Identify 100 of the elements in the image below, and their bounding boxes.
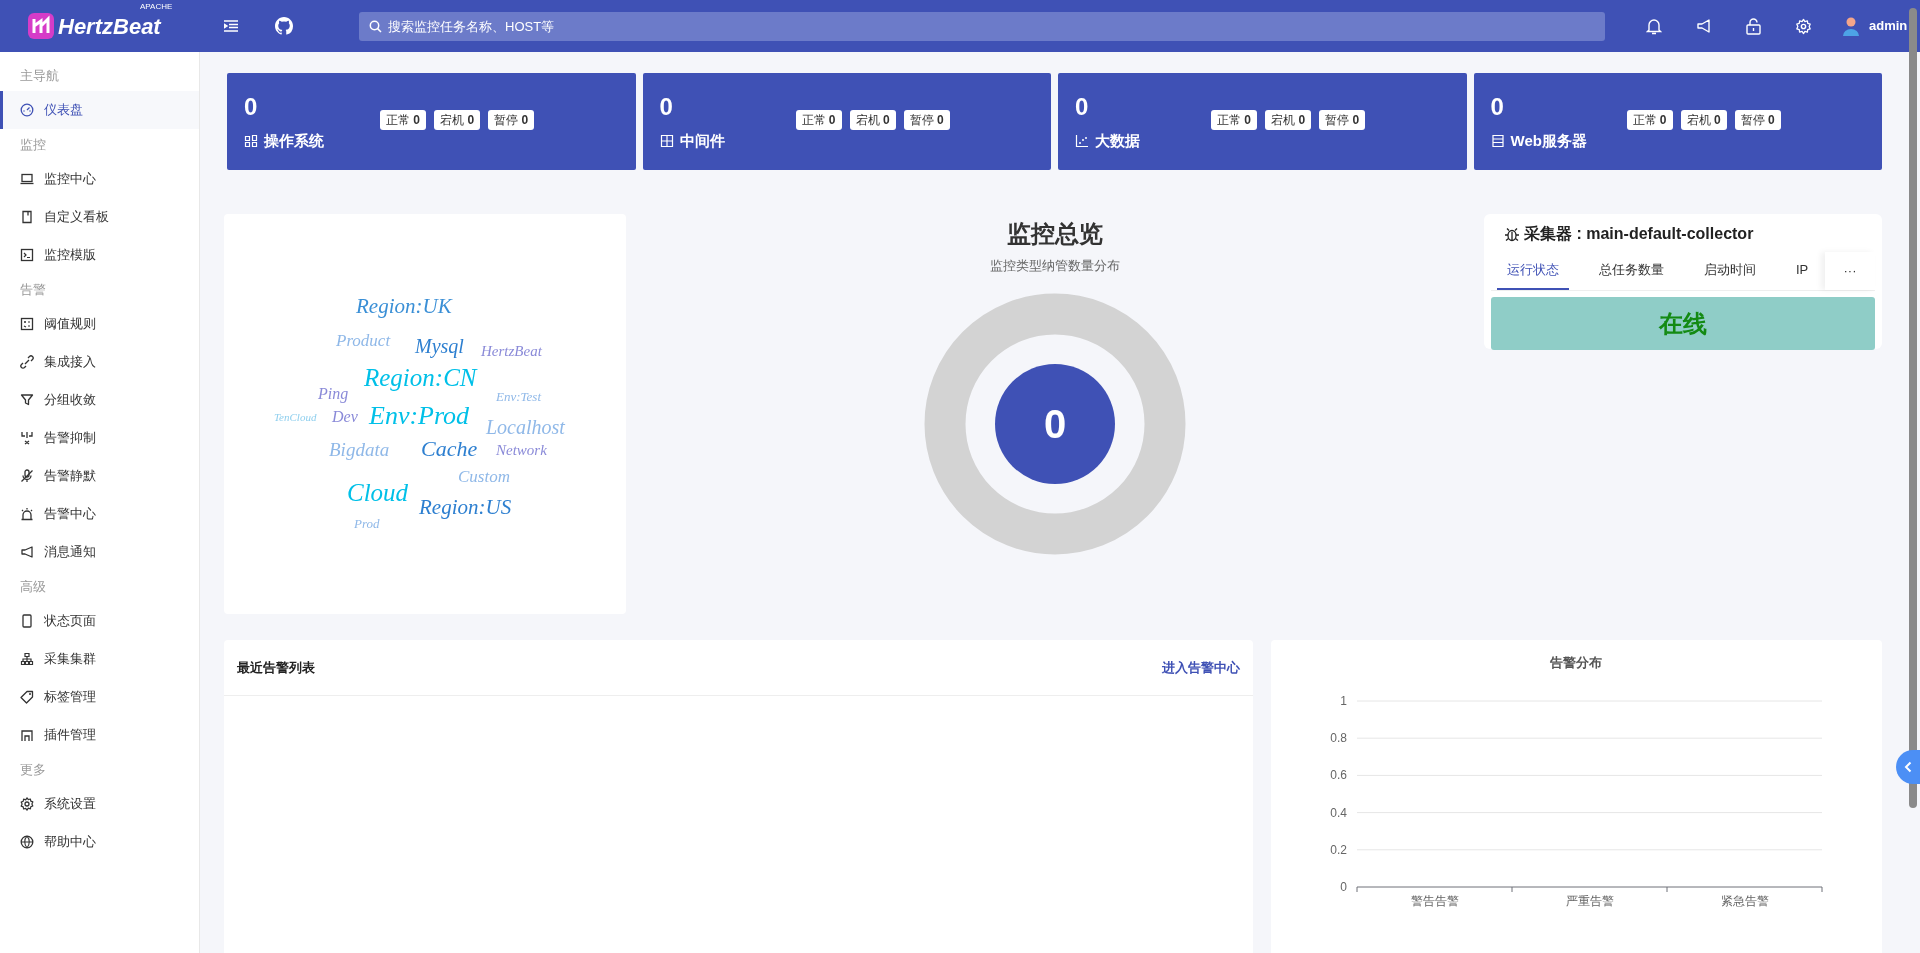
sidebar-item[interactable]: 帮助中心 (0, 823, 199, 861)
search-icon (369, 19, 382, 33)
sidebar-item[interactable]: 自定义看板 (0, 198, 199, 236)
sidebar-item[interactable]: 插件管理 (0, 716, 199, 754)
bug-icon (1504, 226, 1520, 242)
laptop-icon (20, 172, 34, 186)
scatter-chart-icon (1075, 134, 1089, 149)
github-icon[interactable] (275, 17, 293, 35)
sidebar-item[interactable]: 集成接入 (0, 343, 199, 381)
sidebar-item[interactable]: 状态页面 (0, 602, 199, 640)
menu-icon[interactable] (224, 20, 238, 32)
logo-subtitle: APACHE (140, 2, 173, 11)
stat-label: 大数据 (1095, 131, 1140, 151)
cluster-icon (20, 652, 34, 666)
lock-icon[interactable] (1746, 17, 1761, 35)
stat-card[interactable]: 0 中间件 正常 0 宕机 0 暂停 0 (642, 73, 1051, 170)
link-icon (20, 355, 34, 369)
settings-icon[interactable] (1795, 17, 1812, 35)
y-tick-label: 0.2 (1330, 842, 1347, 857)
status-badge: 暂停 0 (903, 110, 950, 130)
notification-bell-icon[interactable] (1646, 17, 1662, 35)
section-title: 主导航 (19, 66, 60, 85)
alert-center-link[interactable]: 进入告警中心 (1162, 657, 1240, 678)
frame-icon (659, 134, 674, 149)
stat-label: 操作系统 (264, 131, 324, 151)
overview-subtitle: 监控类型纳管数量分布 (990, 257, 1120, 275)
status-badge: 暂停 0 (1319, 110, 1366, 130)
stat-count: 0 (1490, 93, 1504, 121)
collector-tab[interactable]: 总任务数量 (1589, 252, 1674, 290)
y-tick-label: 0.8 (1330, 731, 1347, 746)
tag-word[interactable]: Cache (421, 438, 478, 460)
collector-tab[interactable]: 运行状态 (1497, 252, 1569, 290)
x-tick-label: 警告告警 (1410, 894, 1459, 908)
sidebar-item[interactable]: 标签管理 (0, 678, 199, 716)
sidebar-item[interactable]: 阈值规则 (0, 305, 199, 343)
status-badge: 正常 0 (1211, 110, 1258, 130)
status-badge: 宕机 0 (1265, 110, 1312, 130)
card-title: 最近告警列表 (237, 658, 315, 677)
section-title: 高级 (19, 577, 47, 596)
stat-card[interactable]: 0 操作系统 正常 0 宕机 0 暂停 0 (227, 73, 636, 170)
dashboard-icon (20, 103, 34, 117)
search-field[interactable]: 搜索监控任务名称、HOST等 (359, 11, 1605, 41)
sidebar-item[interactable]: 监控模版 (0, 236, 199, 274)
stat-count: 0 (244, 93, 258, 121)
sidebar-item[interactable]: 监控中心 (0, 160, 199, 198)
y-tick-label: 0 (1340, 880, 1347, 894)
alarm-light-icon (20, 507, 34, 521)
server-icon (1490, 134, 1505, 149)
collector-title: 采集器 : main-default-collector (1524, 224, 1754, 244)
status-badge: 暂停 0 (488, 110, 535, 130)
terminal-icon (20, 248, 34, 262)
tag-word[interactable]: Region:US (419, 497, 512, 518)
sidebar-item[interactable]: 告警中心 (0, 495, 199, 533)
status-badge: 暂停 0 (1734, 110, 1781, 130)
status-badge: 正常 0 (1626, 110, 1673, 130)
calculator-icon (20, 317, 34, 331)
section-title: 更多 (19, 760, 47, 779)
collector-tab[interactable]: 启动时间 (1694, 252, 1766, 290)
globe-icon (20, 835, 34, 849)
status-badge: 宕机 0 (434, 110, 481, 130)
logo-icon (28, 13, 54, 39)
collector-status: 在线 (1491, 297, 1875, 350)
tag-icon (20, 690, 34, 704)
section-title: 告警 (19, 280, 47, 299)
status-badge: 正常 0 (380, 110, 427, 130)
phone-icon (20, 614, 34, 628)
more-tabs-button[interactable]: ··· (1825, 252, 1875, 290)
y-tick-label: 1 (1340, 694, 1347, 708)
book-icon (20, 210, 34, 224)
y-tick-label: 0.4 (1330, 805, 1347, 820)
chart-title: 告警分布 (1549, 655, 1602, 670)
x-tick-label: 紧急告警 (1720, 894, 1769, 908)
sidebar-item[interactable]: 仪表盘 (0, 91, 199, 129)
sidebar-item[interactable]: 告警静默 (0, 457, 199, 495)
sidebar-item[interactable]: 采集集群 (0, 640, 199, 678)
scrollbar-thumb[interactable] (1909, 8, 1917, 808)
status-badge: 宕机 0 (849, 110, 896, 130)
user-avatar-icon[interactable] (1841, 16, 1861, 36)
status-badge: 正常 0 (795, 110, 842, 130)
overview-title: 监控总览 (1007, 219, 1103, 249)
total-count: 0 (1043, 400, 1067, 448)
stat-label: Web服务器 (1510, 131, 1587, 151)
collector-tab[interactable]: IP (1786, 252, 1819, 290)
stat-card[interactable]: 0 Web服务器 正常 0 宕机 0 暂停 0 (1473, 73, 1882, 170)
stat-card[interactable]: 0 大数据 正常 0 宕机 0 暂停 0 (1058, 73, 1467, 170)
mute-mic-icon (20, 469, 34, 483)
stat-count: 0 (659, 93, 673, 121)
stat-label: 中间件 (679, 131, 725, 151)
filter-icon (20, 393, 34, 407)
sidebar-item[interactable]: 系统设置 (0, 785, 199, 823)
sidebar-item[interactable]: 告警抑制 (0, 419, 199, 457)
grid-icon (244, 134, 258, 149)
tag-word[interactable]: Mysql (415, 336, 464, 356)
status-badge: 宕机 0 (1680, 110, 1727, 130)
sidebar-item[interactable]: 分组收敛 (0, 381, 199, 419)
user-name[interactable]: admin (1869, 16, 1908, 36)
sidebar-item[interactable]: 消息通知 (0, 533, 199, 571)
megaphone-icon[interactable] (1696, 18, 1712, 34)
collapse-button[interactable] (1896, 750, 1920, 784)
y-tick-label: 0.6 (1330, 768, 1347, 783)
